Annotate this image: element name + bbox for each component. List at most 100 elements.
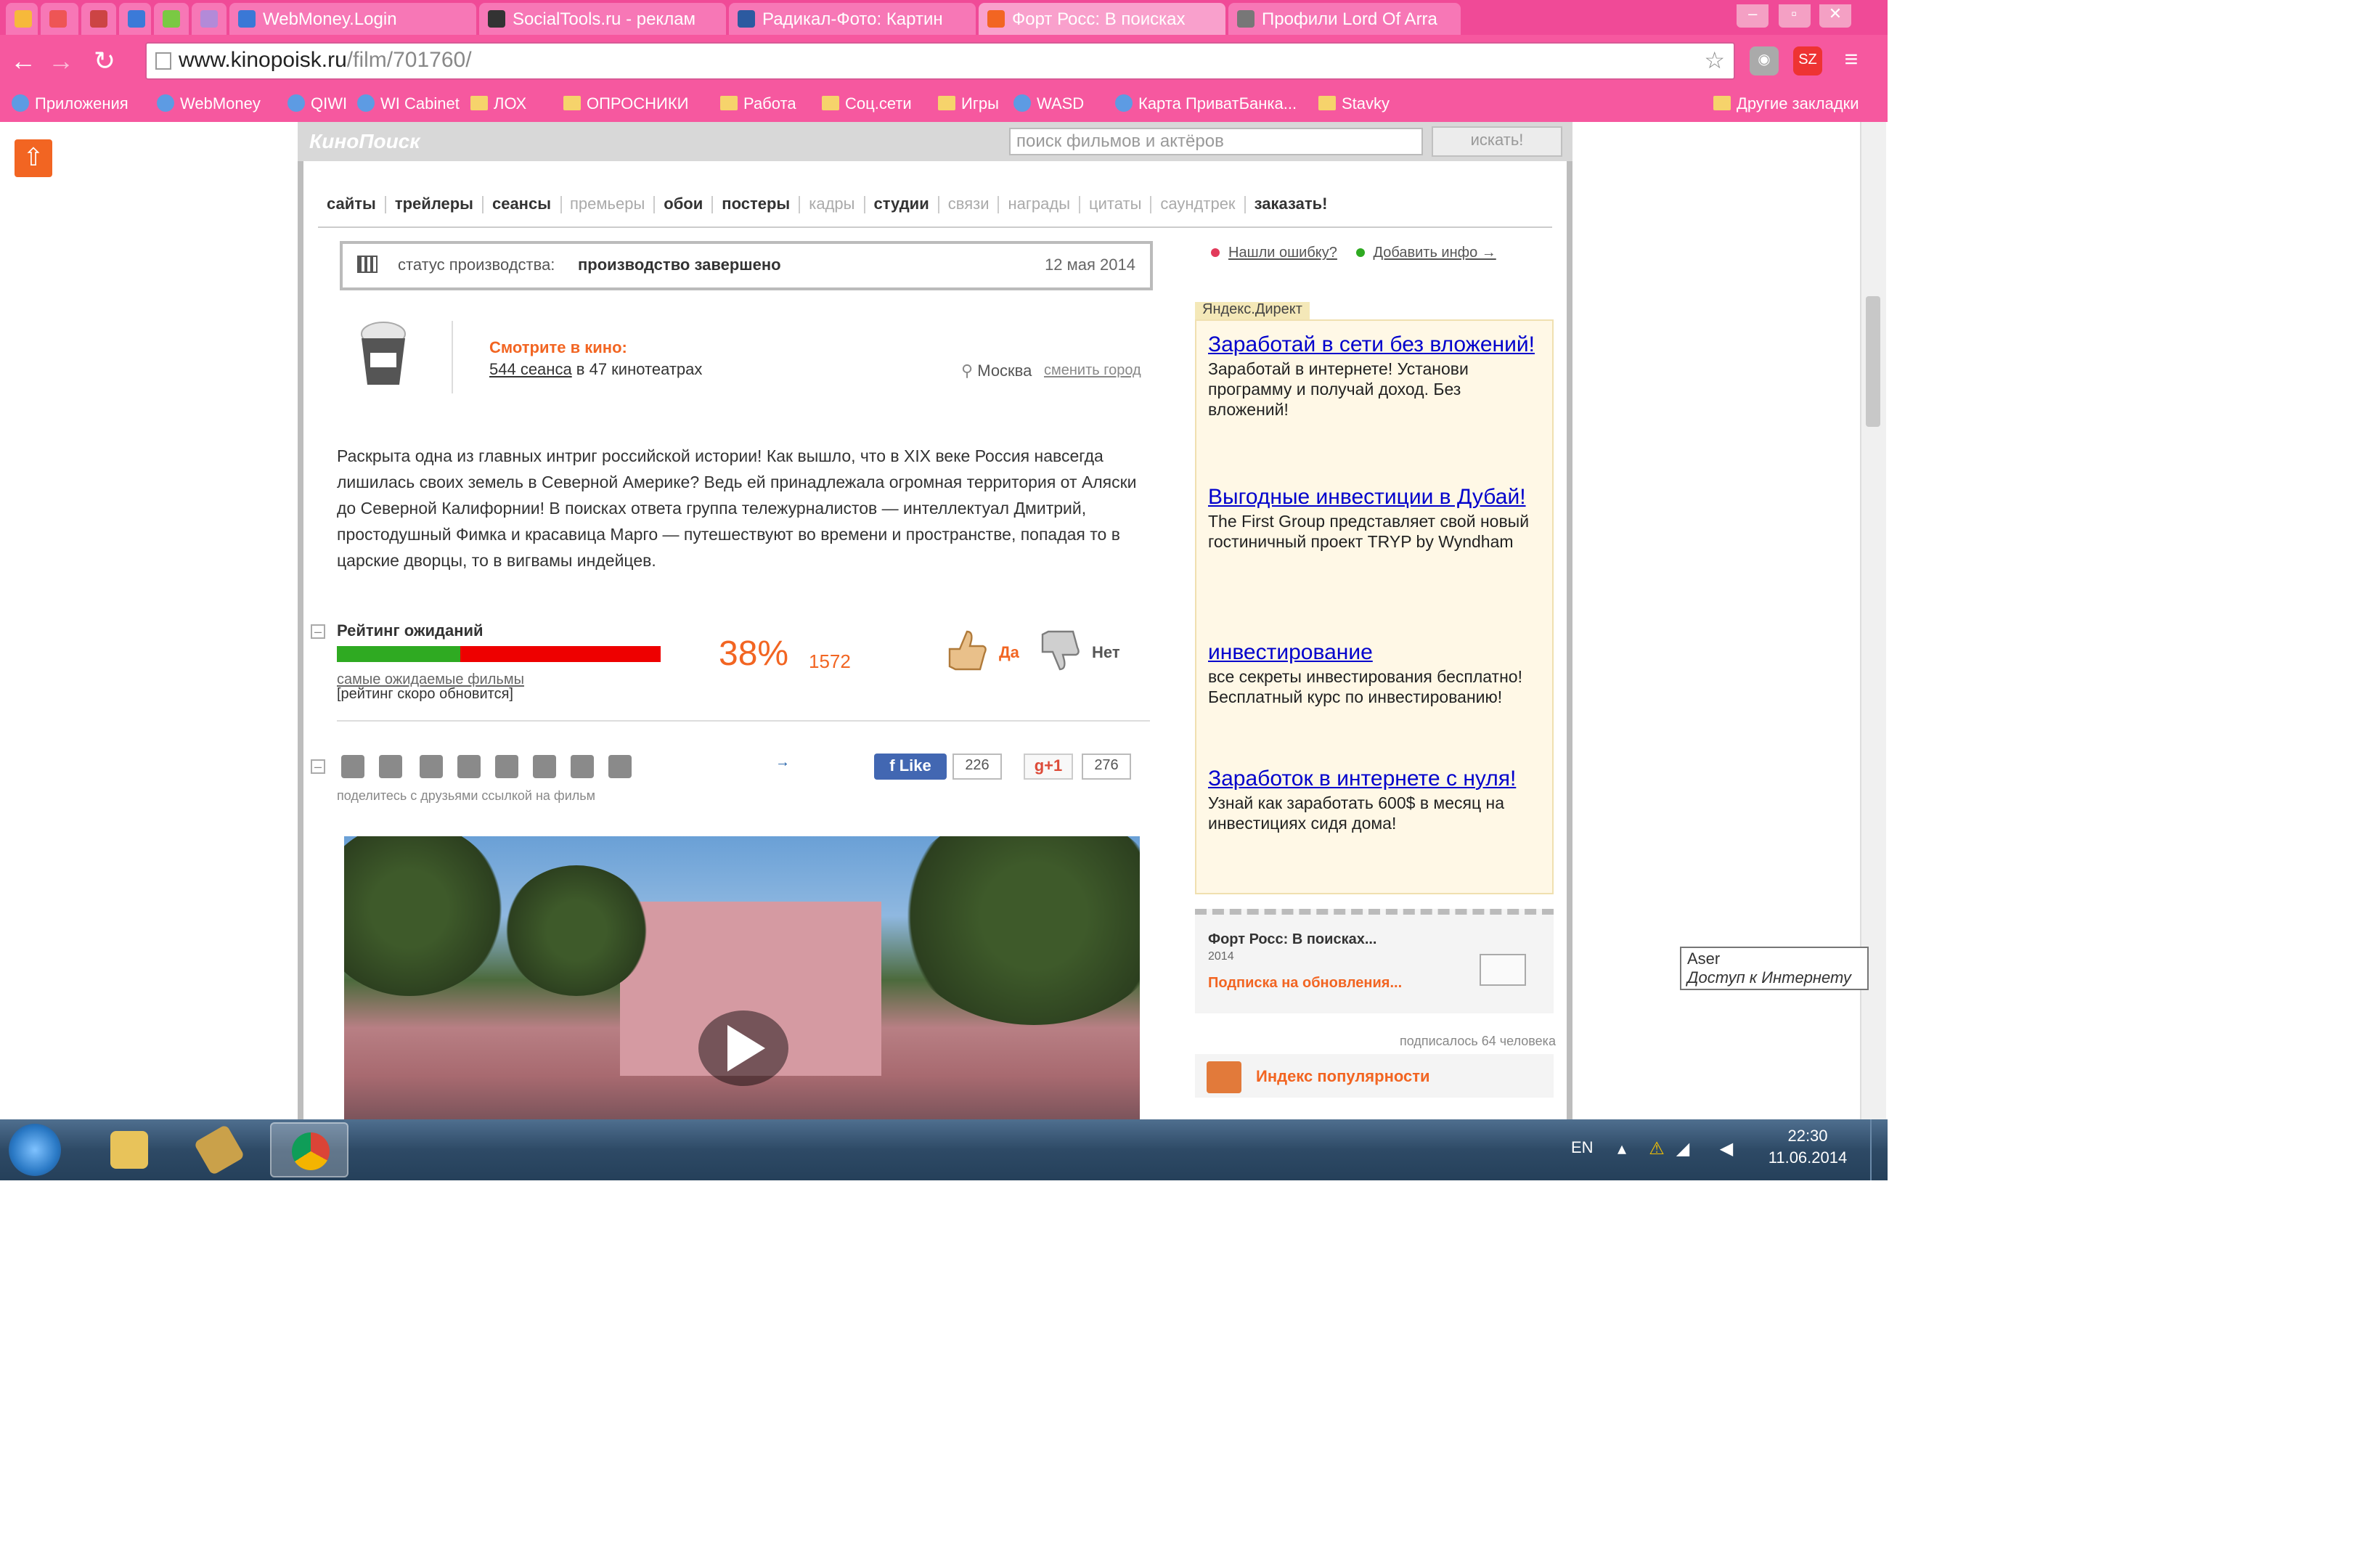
vote-yes-label[interactable]: Да — [999, 645, 1019, 662]
twitter-icon[interactable] — [420, 755, 443, 778]
clock[interactable]: 22:30 11.06.2014 — [1750, 1127, 1866, 1170]
bookmark-6[interactable]: Работа — [720, 90, 796, 119]
menu-item-4[interactable]: обои — [653, 196, 712, 213]
menu-item-3[interactable]: премьеры — [560, 196, 654, 213]
chrome-taskbar-button[interactable] — [270, 1122, 348, 1177]
network-icon[interactable]: ◢ — [1673, 1138, 1693, 1159]
warning-icon[interactable]: ⚠ — [1647, 1138, 1667, 1159]
other-bookmarks[interactable]: Другие закладки — [1713, 90, 1859, 119]
bookmark-11[interactable]: Stavky — [1318, 90, 1390, 119]
language-indicator[interactable]: EN — [1571, 1140, 1594, 1157]
address-bar[interactable]: www.kinopoisk.ru/film/701760/ ☆ — [145, 42, 1735, 80]
tab-0[interactable] — [6, 3, 38, 35]
ad-item[interactable]: Выгодные инвестиции в Дубай! The First G… — [1208, 485, 1542, 553]
facebook-like-button[interactable]: f Like — [874, 754, 947, 780]
maximize-button[interactable]: ▫ — [1778, 4, 1811, 28]
collapse-icon[interactable]: – — [311, 624, 325, 639]
volume-icon[interactable]: ◀ — [1716, 1138, 1737, 1159]
bookmark-5[interactable]: ОПРОСНИКИ — [563, 90, 688, 119]
tray-expand-icon[interactable]: ▴ — [1612, 1138, 1632, 1159]
link-icon[interactable] — [457, 755, 481, 778]
menu-item-11[interactable]: саундтрек — [1150, 196, 1244, 213]
back-button[interactable]: ← — [9, 46, 38, 75]
report-error-link[interactable]: Нашли ошибку? — [1228, 245, 1337, 261]
menu-item-7[interactable]: студии — [863, 196, 938, 213]
bookmark-9[interactable]: WASD — [1013, 90, 1084, 119]
menu-item-6[interactable]: кадры — [799, 196, 864, 213]
scrollbar-thumb[interactable] — [1866, 296, 1880, 427]
tab-2[interactable] — [81, 3, 116, 35]
yandex-direct-tag[interactable]: Яндекс.Директ — [1195, 302, 1310, 319]
odnoklassniki-icon[interactable] — [533, 755, 556, 778]
sz-extension-icon[interactable]: SZ — [1793, 46, 1822, 75]
collapse-icon[interactable]: – — [311, 759, 325, 774]
menu-item-5[interactable]: постеры — [711, 196, 799, 213]
minimize-button[interactable]: – — [1737, 4, 1769, 28]
app-taskbar-button[interactable] — [180, 1122, 258, 1177]
tab-5[interactable] — [192, 3, 227, 35]
mail-icon[interactable] — [571, 755, 594, 778]
menu-item-12[interactable]: заказать! — [1244, 196, 1337, 213]
subscribe-link[interactable]: Подписка на обновления... — [1208, 976, 1402, 992]
site-search-button[interactable]: искать! — [1432, 126, 1562, 157]
ad-item[interactable]: инвестирование все секреты инвестировани… — [1208, 640, 1542, 709]
menu-item-9[interactable]: награды — [998, 196, 1080, 213]
bookmark-2[interactable]: QIWI — [287, 90, 347, 119]
site-search-input[interactable]: поиск фильмов и актёров — [1009, 128, 1423, 155]
start-button[interactable] — [9, 1124, 61, 1176]
bookmark-3[interactable]: WI Cabinet — [357, 90, 460, 119]
close-button[interactable]: ✕ — [1819, 4, 1851, 28]
tab-3[interactable] — [119, 3, 151, 35]
explorer-taskbar-button[interactable] — [90, 1122, 168, 1177]
thumbs-up-icon[interactable] — [941, 626, 990, 675]
rating-note: [рейтинг скоро обновится] — [337, 687, 513, 703]
bookmark-10[interactable]: Карта ПриватБанка... — [1115, 90, 1297, 119]
facebook-icon[interactable] — [379, 755, 402, 778]
menu-item-0[interactable]: сайты — [318, 196, 385, 213]
menu-item-10[interactable]: цитаты — [1079, 196, 1151, 213]
bookmark-star-icon[interactable]: ☆ — [1704, 45, 1725, 80]
menu-item-8[interactable]: связи — [937, 196, 998, 213]
forward-button[interactable]: → — [46, 46, 76, 75]
bookmark-0[interactable]: Приложения — [12, 90, 128, 119]
apps-icon — [12, 94, 29, 112]
tab-4[interactable] — [154, 3, 189, 35]
vk-icon[interactable] — [341, 755, 364, 778]
ad-title[interactable]: Заработай в сети без вложений! — [1208, 332, 1542, 357]
popularity-label[interactable]: Индекс популярности — [1256, 1069, 1430, 1086]
vote-no-label[interactable]: Нет — [1092, 645, 1120, 662]
tab-10[interactable]: Профили Lord Of Arra — [1228, 3, 1461, 35]
trailer-video[interactable] — [344, 836, 1140, 1119]
scroll-to-top-button[interactable]: ⇧ — [15, 139, 52, 177]
site-logo[interactable]: КиноПоиск — [309, 129, 420, 152]
ad-title[interactable]: Выгодные инвестиции в Дубай! — [1208, 485, 1542, 510]
add-info-link[interactable]: Добавить инфо → — [1373, 245, 1496, 261]
ad-title[interactable]: Заработок в интернете с нуля! — [1208, 767, 1542, 791]
bookmark-7[interactable]: Соц.сети — [822, 90, 912, 119]
envelope-icon[interactable] — [1480, 954, 1526, 986]
tab-9[interactable]: Форт Росс: В поисках — [979, 3, 1225, 35]
bookmark-4[interactable]: ЛОХ — [470, 90, 526, 119]
thumbs-down-icon[interactable] — [1034, 626, 1083, 675]
menu-item-1[interactable]: трейлеры — [384, 196, 482, 213]
menu-item-2[interactable]: сеансы — [481, 196, 560, 213]
ad-item[interactable]: Заработок в интернете с нуля! Узнай как … — [1208, 767, 1542, 835]
bookmark-8[interactable]: Игры — [938, 90, 999, 119]
tab-1[interactable] — [41, 3, 78, 35]
show-desktop-button[interactable] — [1870, 1119, 1888, 1180]
ad-item[interactable]: Заработай в сети без вложений! Заработай… — [1208, 332, 1542, 421]
tab-8[interactable]: Радикал-Фото: Картин — [729, 3, 976, 35]
sessions-link[interactable]: 544 сеанса — [489, 362, 572, 379]
reload-button[interactable]: ↻ — [90, 46, 119, 75]
tab-7[interactable]: SocialTools.ru - реклам — [479, 3, 726, 35]
livejournal-icon[interactable] — [495, 755, 518, 778]
most-awaited-link[interactable]: самые ожидаемые фильмы — [337, 672, 524, 688]
google-plus-button[interactable]: g+1 — [1024, 754, 1073, 780]
tab-6[interactable]: WebMoney.Login — [229, 3, 476, 35]
menu-icon[interactable]: ≡ — [1837, 46, 1866, 75]
change-city-link[interactable]: сменить город — [1044, 363, 1141, 379]
blog-icon[interactable] — [608, 755, 632, 778]
extension-icon[interactable]: ◉ — [1750, 46, 1779, 75]
ad-title[interactable]: инвестирование — [1208, 640, 1542, 665]
bookmark-1[interactable]: WebMoney — [157, 90, 261, 119]
